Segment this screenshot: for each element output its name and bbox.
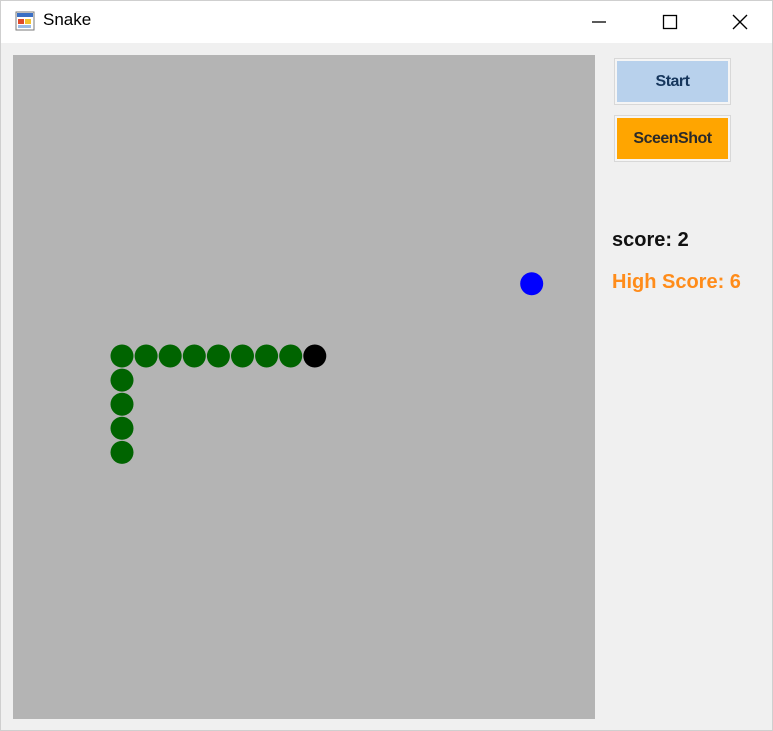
title-bar[interactable]: Snake xyxy=(1,1,772,43)
game-board[interactable] xyxy=(13,55,595,719)
window-title: Snake xyxy=(43,10,92,29)
snake-body-segment xyxy=(110,440,134,464)
minimize-icon xyxy=(592,21,606,23)
game-board-canvas xyxy=(110,272,544,464)
screenshot-button-label: SceenShot xyxy=(617,118,728,159)
snake-body-segment xyxy=(231,344,254,368)
food-pellet xyxy=(520,272,544,296)
snake-body-segment xyxy=(110,344,134,368)
snake-body-segment xyxy=(134,344,158,368)
snake-window: Snake Start SceenShot score: 2 High Scor… xyxy=(0,0,773,731)
maximize-icon xyxy=(662,14,678,30)
high-score-label: High Score: 6 xyxy=(612,271,741,293)
snake-body-segment xyxy=(158,344,182,368)
close-button[interactable] xyxy=(717,1,763,43)
snake-body-segment xyxy=(182,344,206,368)
snake-body-segment xyxy=(206,344,230,368)
screenshot-button[interactable]: SceenShot xyxy=(614,115,731,162)
snake-body-segment xyxy=(110,416,134,440)
close-icon xyxy=(732,14,748,30)
snake-head xyxy=(303,344,327,368)
score-label: score: 2 xyxy=(612,229,689,251)
snake-body-segment xyxy=(279,344,303,368)
maximize-button[interactable] xyxy=(647,1,693,43)
snake-body-segment xyxy=(110,368,134,392)
snake-body-segment xyxy=(255,344,279,368)
minimize-button[interactable] xyxy=(576,1,622,43)
start-button-label: Start xyxy=(617,61,728,102)
snake-body-segment xyxy=(110,392,134,416)
start-button[interactable]: Start xyxy=(614,58,731,105)
snake-app-icon xyxy=(15,11,35,31)
